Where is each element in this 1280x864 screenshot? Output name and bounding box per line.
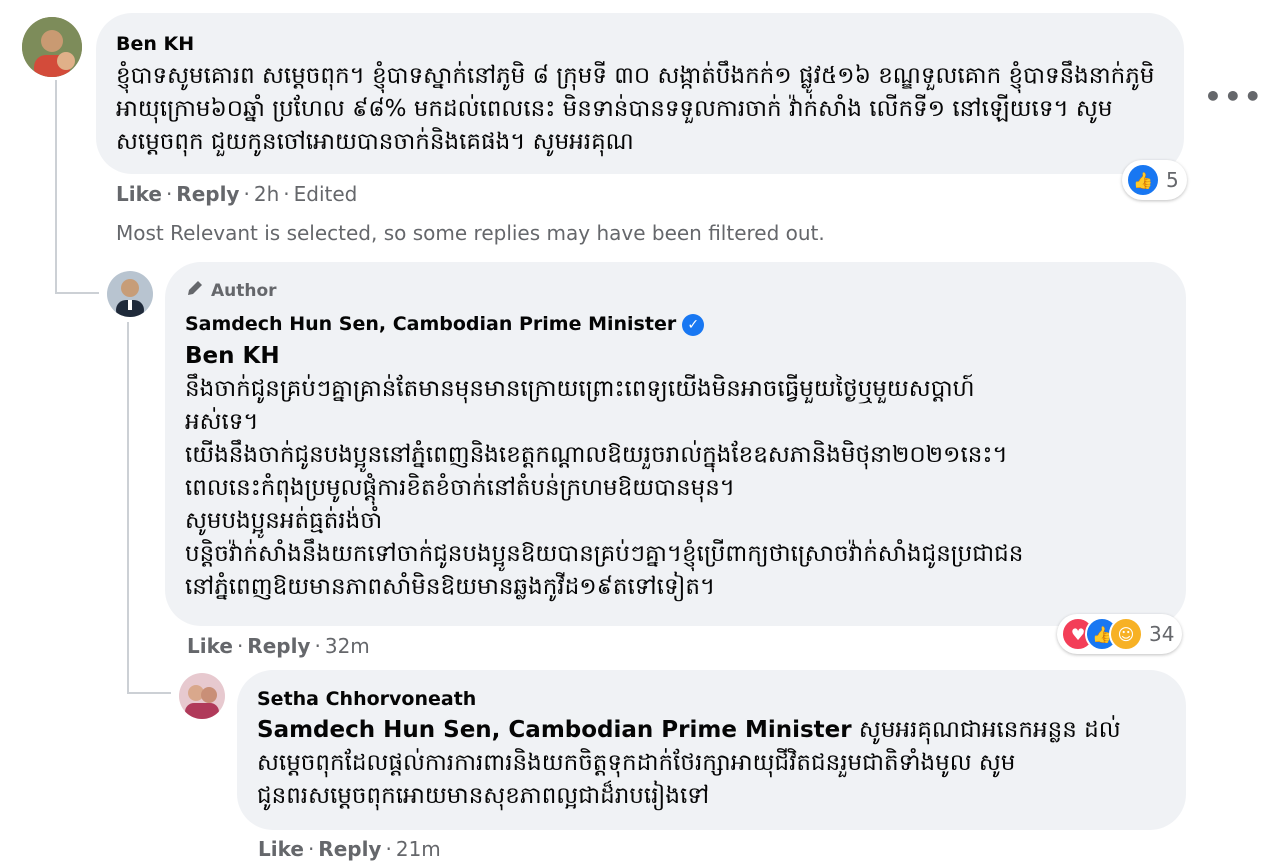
reply-actions: Like · Reply · 32m — [187, 634, 370, 658]
mention-link[interactable]: Ben KH — [185, 340, 280, 373]
avatar[interactable] — [22, 17, 82, 77]
author-badge: Author — [185, 278, 277, 303]
reply-bubble: Setha Chhorvoneath Samdech Hun Sen, Camb… — [237, 670, 1186, 830]
mention-link[interactable]: Samdech Hun Sen, Cambodian Prime Ministe… — [257, 717, 852, 743]
reply-author[interactable]: Setha Chhorvoneath — [257, 688, 476, 710]
thread-branch-nested — [127, 692, 171, 694]
reply-author: Samdech Hun Sen, Cambodian Prime Ministe… — [185, 313, 705, 336]
reply-text-line: អស់ទេ។ — [185, 409, 259, 435]
like-button[interactable]: Like — [258, 837, 304, 861]
reply-text-line: សូមបងប្អូនអត់ធ្មត់រង់ចាំ — [185, 508, 383, 534]
reply-text-segment: សូមអរគុណជាអនេកអន្លន ដល់ — [851, 717, 1121, 743]
reply-text-line: ពេលនេះកំពុងប្រមូលផ្ដុំការខិតខំចាក់នៅតំបន… — [185, 475, 735, 501]
reply-bubble: Author Samdech Hun Sen, Cambodian Prime … — [165, 262, 1186, 626]
reply-button[interactable]: Reply — [318, 837, 381, 861]
reaction-count: 34 — [1149, 622, 1175, 646]
reply-text-line: សម្ដេចពុកដែលផ្ដល់ការការពារនិងយកចិត្តទុកដ… — [257, 750, 1016, 776]
timestamp[interactable]: 21m — [396, 837, 441, 861]
reaction-summary[interactable]: ♥ 👍 ☺ 34 — [1057, 614, 1183, 654]
reply-actions: Like · Reply · 21m — [258, 837, 441, 861]
avatar[interactable] — [179, 673, 225, 719]
edited-label: Edited — [293, 182, 358, 206]
reply-text: នឹងចាក់ជូនគ្រប់ៗគ្នាគ្រាន់តែមានមុនមានក្រ… — [185, 373, 1175, 604]
timestamp[interactable]: 32m — [325, 634, 370, 658]
author-badge-label: Author — [211, 280, 277, 301]
filter-notice: Most Relevant is selected, so some repli… — [116, 221, 825, 245]
reply-button[interactable]: Reply — [176, 182, 239, 206]
avatar[interactable] — [107, 271, 153, 317]
more-options-icon[interactable]: ••• — [1204, 80, 1264, 113]
reply-text: Samdech Hun Sen, Cambodian Prime Ministe… — [257, 714, 1177, 813]
reaction-count: 5 — [1166, 168, 1179, 192]
comment-text: ខ្ញុំបាទសូមគោរព សម្ដេចពុក។ ខ្ញុំបាទស្នាក… — [116, 63, 1155, 155]
thread-line-nested — [127, 322, 129, 694]
reply-text-line: យើងនឹងចាក់ជូនបងប្អូននៅភ្នំពេញនិងខេត្តកណ្… — [185, 442, 1008, 468]
reply-text-line: បន្តិចវ៉ាក់សាំងនឹងយកទៅចាក់ជូនបងប្អូនឱយបា… — [185, 541, 1024, 567]
reaction-summary[interactable]: 👍 5 — [1122, 160, 1187, 200]
thread-branch — [55, 292, 99, 294]
reply-text-line: Samdech Hun Sen, Cambodian Prime Ministe… — [257, 714, 1177, 747]
timestamp[interactable]: 2h — [254, 182, 279, 206]
reply-text-line: ជូនពរសម្ដេចពុកអោយមានសុខភាពល្អជាដ៏រាបរៀងទ… — [257, 783, 710, 809]
reply-button[interactable]: Reply — [247, 634, 310, 658]
like-reaction-icon: 👍 — [1126, 163, 1160, 197]
reply-author-name[interactable]: Samdech Hun Sen, Cambodian Prime Ministe… — [185, 313, 676, 335]
comment-bubble: Ben KH ខ្ញុំបាទសូមគោរព សម្ដេចពុក។ ខ្ញុំប… — [96, 13, 1184, 174]
reply-text-line: នឹងចាក់ជូនគ្រប់ៗគ្នាគ្រាន់តែមានមុនមានក្រ… — [185, 376, 975, 402]
thread-line — [55, 80, 57, 294]
comment-author[interactable]: Ben KH — [116, 33, 194, 55]
like-button[interactable]: Like — [116, 182, 162, 206]
care-reaction-icon: ☺ — [1109, 617, 1143, 651]
reply-text-line: នៅភ្នំពេញឱយមានភាពសាំមិនឱយមានឆ្លងកូវីដ១៩ត… — [185, 574, 716, 600]
verified-icon: ✓ — [682, 313, 705, 336]
pencil-icon — [185, 278, 205, 303]
like-button[interactable]: Like — [187, 634, 233, 658]
comment-actions: Like · Reply · 2h · Edited — [116, 182, 358, 206]
